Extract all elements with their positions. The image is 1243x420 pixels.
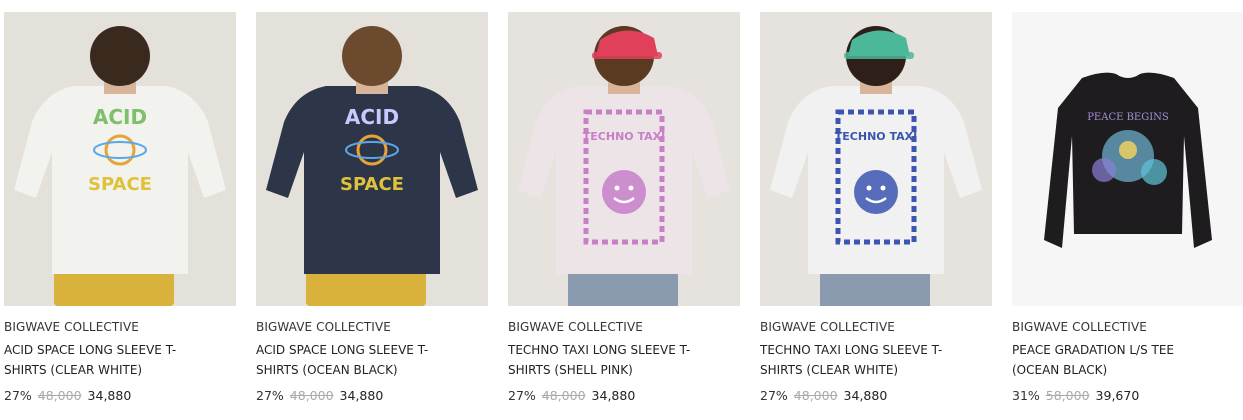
product-card[interactable]: ACID SPACE BIGWAVE COLLECTIVE ACID SPACE… xyxy=(4,12,236,404)
svg-text:ACID: ACID xyxy=(345,105,399,129)
sale-price: 34,880 xyxy=(843,388,888,403)
product-image[interactable]: PEACE BEGINS xyxy=(1012,12,1243,306)
original-price: 58,000 xyxy=(1045,388,1090,403)
product-price-row: 27% 48,000 34,880 xyxy=(760,388,992,404)
product-brand[interactable]: BIGWAVE COLLECTIVE xyxy=(256,320,488,334)
original-price: 48,000 xyxy=(541,388,586,403)
svg-text:TECHNO TAXI: TECHNO TAXI xyxy=(583,130,665,143)
product-brand[interactable]: BIGWAVE COLLECTIVE xyxy=(760,320,992,334)
sale-price: 34,880 xyxy=(339,388,384,403)
discount-rate: 27% xyxy=(760,388,788,403)
svg-text:SPACE: SPACE xyxy=(88,174,152,195)
product-card[interactable]: ACID SPACE BIGWAVE COLLECTIVE ACID SPACE… xyxy=(256,12,488,404)
original-price: 48,000 xyxy=(289,388,334,403)
product-brand[interactable]: BIGWAVE COLLECTIVE xyxy=(508,320,740,334)
discount-rate: 31% xyxy=(1012,388,1040,403)
product-image[interactable]: ACID SPACE xyxy=(4,12,236,306)
sale-price: 34,880 xyxy=(591,388,636,403)
product-price-row: 27% 48,000 34,880 xyxy=(508,388,740,404)
product-image[interactable]: ACID SPACE xyxy=(256,12,488,306)
svg-text:PEACE BEGINS: PEACE BEGINS xyxy=(1087,112,1169,123)
product-name[interactable]: ACID SPACE LONG SLEEVE T-SHIRTS (OCEAN B… xyxy=(256,340,456,380)
sale-price: 39,670 xyxy=(1095,388,1140,403)
svg-text:TECHNO TAXI: TECHNO TAXI xyxy=(835,130,917,143)
product-card[interactable]: PEACE BEGINS BIGWAVE COLLECTIVE PEACE GR… xyxy=(1012,12,1243,404)
sale-price: 34,880 xyxy=(87,388,132,403)
original-price: 48,000 xyxy=(37,388,82,403)
product-brand[interactable]: BIGWAVE COLLECTIVE xyxy=(4,320,236,334)
svg-text:ACID: ACID xyxy=(93,105,147,129)
product-card[interactable]: TECHNO TAXI BIGWAVE COLLECTIVE TECHNO TA… xyxy=(760,12,992,404)
discount-rate: 27% xyxy=(256,388,284,403)
discount-rate: 27% xyxy=(508,388,536,403)
product-brand[interactable]: BIGWAVE COLLECTIVE xyxy=(1012,320,1243,334)
discount-rate: 27% xyxy=(4,388,32,403)
product-name[interactable]: PEACE GRADATION L/S TEE (OCEAN BLACK) xyxy=(1012,340,1212,380)
svg-text:SPACE: SPACE xyxy=(340,174,404,195)
product-price-row: 27% 48,000 34,880 xyxy=(4,388,236,404)
product-name[interactable]: TECHNO TAXI LONG SLEEVE T-SHIRTS (SHELL … xyxy=(508,340,708,380)
product-name[interactable]: TECHNO TAXI LONG SLEEVE T-SHIRTS (CLEAR … xyxy=(760,340,960,380)
product-image[interactable]: TECHNO TAXI xyxy=(508,12,740,306)
product-image[interactable]: TECHNO TAXI xyxy=(760,12,992,306)
product-name[interactable]: ACID SPACE LONG SLEEVE T-SHIRTS (CLEAR W… xyxy=(4,340,204,380)
product-grid: ACID SPACE BIGWAVE COLLECTIVE ACID SPACE… xyxy=(0,0,1243,420)
product-card[interactable]: TECHNO TAXI BIGWAVE COLLECTIVE TECHNO TA… xyxy=(508,12,740,404)
original-price: 48,000 xyxy=(793,388,838,403)
product-price-row: 31% 58,000 39,670 xyxy=(1012,388,1243,404)
product-price-row: 27% 48,000 34,880 xyxy=(256,388,488,404)
